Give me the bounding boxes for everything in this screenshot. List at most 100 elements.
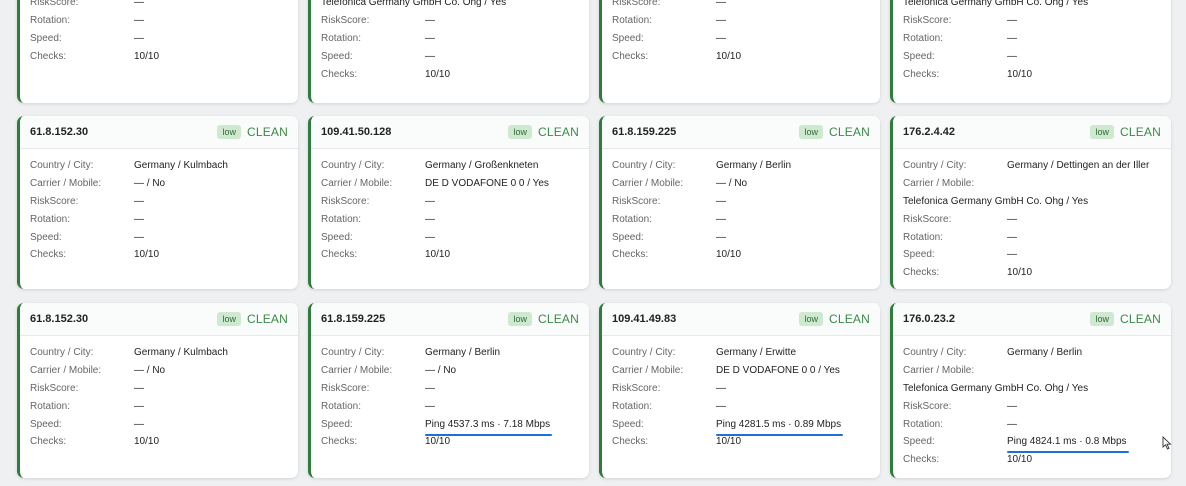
detail-value: Germany / Kulmbach [134,160,228,172]
detail-value: 10/10 [716,249,742,261]
detail-row: Speed: Ping 4537.3 ms · 7.18 Mbps [321,415,579,436]
detail-row: Checks: 10/10 [612,246,870,264]
detail-label: Checks: [30,50,67,62]
detail-row: Rotation: — [903,228,1161,246]
detail-value: — [134,195,144,207]
detail-value: — [716,400,726,412]
detail-value: — [134,382,144,394]
detail-value: 10/10 [134,249,160,261]
detail-row: Checks: 10/10 [903,451,1161,469]
proxy-ip: 61.8.159.225 [321,313,386,325]
detail-label: Carrier / Mobile: [903,178,975,190]
detail-value: — [716,231,726,243]
detail-row: Rotation: — [903,415,1161,433]
detail-row: Carrier / Mobile: DE D VODAFONE 0 0 / Ye… [612,362,870,380]
detail-value: Germany / Dettingen an der Iller [1007,160,1150,172]
detail-row: Speed: — [612,228,870,246]
detail-row: Rotation: — [30,210,288,228]
detail-row: Country / City: Germany / Berlin [612,157,870,175]
detail-row: Speed: Ping 4281.5 ms · 0.89 Mbps [612,415,870,436]
detail-label: RiskScore: [612,0,661,9]
card-details: Country / City: Germany / Dettingen an d… [893,149,1171,282]
detail-value: 10/10 [716,50,742,62]
detail-value: — / No [425,365,457,377]
detail-value: 10/10 [425,436,451,448]
detail-label: Rotation: [321,32,362,44]
detail-row: RiskScore: — [30,0,288,12]
detail-row: Checks: 10/10 [903,65,1161,83]
status-label: CLEAN [1119,125,1161,139]
detail-row: Rotation: — [612,12,870,30]
detail-value: Germany / Berlin [1007,347,1083,359]
risk-level-badge: low [508,125,532,139]
risk-level-badge: low [217,125,241,139]
detail-row: Speed: — [30,30,288,48]
detail-row: RiskScore: — [903,397,1161,415]
risk-level-badge: low [508,312,532,326]
status-label: CLEAN [537,125,579,139]
detail-label: RiskScore: [321,195,370,207]
proxy-card: Telefonica Germany GmbH Co. Ohg / Yes Ri… [308,0,589,103]
detail-row: Checks: 10/10 [321,246,579,264]
detail-row: Rotation: — [612,210,870,228]
detail-value: 10/10 [134,50,160,62]
detail-label: RiskScore: [903,213,952,225]
detail-label: Speed: [612,231,644,243]
detail-label: Carrier / Mobile: [321,178,393,190]
card-details: Country / City: Germany / Berlin Carrier… [893,336,1171,469]
detail-label: Rotation: [30,15,71,27]
detail-row: Carrier / Mobile: — / No [321,362,579,380]
detail-label: Rotation: [612,15,653,27]
detail-value: — [425,15,435,27]
detail-row: Rotation: — [321,397,579,415]
detail-label: Carrier / Mobile: [30,365,102,377]
detail-row: RiskScore: — [612,380,870,398]
proxy-ip: 109.41.49.83 [612,313,677,325]
detail-label: Checks: [612,249,649,261]
detail-label: Carrier / Mobile: [903,365,975,377]
detail-label: Checks: [30,436,67,448]
detail-label: Rotation: [612,213,653,225]
detail-row: Rotation: — [903,30,1161,48]
detail-row: RiskScore: — [903,210,1161,228]
detail-value: DE D VODAFONE 0 0 / Yes [425,178,549,190]
detail-label: Speed: [612,418,644,430]
detail-label: Rotation: [321,213,362,225]
detail-value: — [134,15,144,27]
detail-row: Rotation: — [30,397,288,415]
proxy-card: 176.0.23.2 low CLEAN Country / City: Ger… [890,303,1171,478]
detail-label: Country / City: [30,160,94,172]
detail-row: Rotation: — [321,210,579,228]
card-details: Country / City: Germany / Berlin Carrier… [311,336,589,451]
card-header: 176.0.23.2 low CLEAN [893,303,1171,336]
detail-value: Ping 4281.5 ms · 0.89 Mbps [716,419,844,436]
detail-value: — [1007,418,1017,430]
detail-label: RiskScore: [321,382,370,394]
detail-label: Carrier / Mobile: [321,365,393,377]
proxy-card: 61.8.152.30 low CLEAN Country / City: Ge… [17,116,298,289]
detail-value: — [134,231,144,243]
detail-row: Speed: — [30,228,288,246]
detail-label: Rotation: [30,400,71,412]
detail-value: 10/10 [1007,267,1033,279]
detail-value: Germany / Erwitte [716,347,797,359]
detail-label: Carrier / Mobile: [612,365,684,377]
detail-row: Speed: — [321,228,579,246]
card-details: Telefonica Germany GmbH Co. Ohg / Yes Ri… [311,0,589,83]
detail-value: — [716,15,726,27]
status-label: CLEAN [246,125,288,139]
detail-value: — [1007,249,1017,261]
detail-row: Carrier / Mobile: — / No [612,175,870,193]
detail-value: — [716,213,726,225]
detail-row: RiskScore: — [321,380,579,398]
speed-highlight-underline [425,433,553,436]
detail-row: Speed: — [321,47,579,65]
status-label: CLEAN [828,312,870,326]
detail-label: Speed: [612,32,644,44]
card-header: 61.8.159.225 low CLEAN [311,303,589,336]
status-label: CLEAN [537,312,579,326]
detail-value: — [716,382,726,394]
detail-row: Country / City: Germany / Kulmbach [30,344,288,362]
card-details: RiskScore: — Rotation: — Speed: — Checks… [602,0,880,65]
proxy-card: RiskScore: — Rotation: — Speed: — Checks… [599,0,880,103]
